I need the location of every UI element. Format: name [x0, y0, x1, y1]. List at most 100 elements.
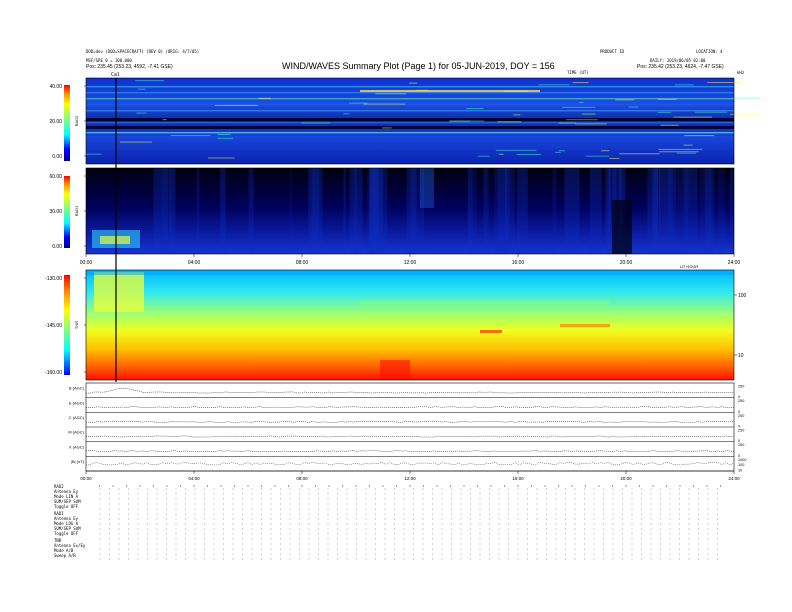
rad1-streak — [467, 168, 473, 254]
tnr-burst — [94, 272, 144, 312]
stack-row-label: E (AGC) — [69, 400, 85, 405]
xtick-label: 08:00 — [296, 260, 309, 266]
rad2-panel — [85, 77, 762, 165]
rad2-streak — [619, 153, 660, 155]
right-tick-label: 10 — [738, 353, 744, 359]
rad2-streak — [707, 82, 742, 84]
rad1-streak — [168, 168, 176, 254]
xtick-label: 04:00 — [188, 260, 201, 266]
rad1-streak — [373, 168, 388, 254]
rad2-streak — [258, 97, 271, 99]
rad2-streak — [119, 141, 152, 143]
panel-ylabel: RAD1 — [74, 205, 79, 216]
xtick-label: 12:00 — [404, 476, 416, 481]
ytick-label: 30.00 — [49, 209, 62, 215]
rad1-streak — [674, 168, 689, 254]
rad1-streak — [248, 168, 254, 254]
stack-right-tick: 100 — [738, 463, 744, 467]
rad2-streak — [170, 135, 211, 137]
rad2-streak — [86, 126, 734, 129]
rad1-streak — [196, 168, 200, 254]
rad2-streak — [86, 153, 102, 155]
rad1-streak — [729, 168, 734, 254]
stack-trace — [85, 461, 735, 466]
xtick-label: 00:00 — [80, 476, 92, 481]
rad2-streak — [585, 155, 610, 157]
rad2-streak — [301, 122, 331, 124]
stack-row-label: C (AGC) — [69, 415, 85, 420]
rad1-streak — [717, 168, 725, 254]
tnr-band — [480, 330, 502, 333]
ytick-label: -160.00 — [45, 370, 62, 376]
xunit-label: UT HOUR — [680, 264, 698, 269]
rad1-streak — [343, 168, 346, 254]
rad2-streak — [86, 86, 734, 88]
rad2-streak — [513, 114, 521, 116]
xtick-label: 24:00 — [728, 476, 740, 481]
right-tick-label: 100 — [738, 293, 747, 299]
rad2-streak — [466, 108, 484, 110]
rad2-streak — [217, 133, 231, 135]
rad1-streak — [493, 168, 508, 254]
rad2-streak — [495, 149, 537, 151]
rad1-streak — [589, 168, 602, 254]
rad2-streak — [135, 80, 164, 82]
rad1-colorbar — [64, 176, 70, 248]
stack-row-label: X (AGC) — [69, 444, 85, 449]
rad2-streak — [449, 120, 485, 122]
rad2-streak — [217, 137, 234, 139]
rad2-streak — [555, 151, 561, 153]
xtick-label: 16:00 — [512, 476, 524, 481]
stack-row-label: |B| (nT) — [71, 459, 85, 464]
panel-ylabel: RAD2 — [74, 115, 79, 126]
rad2-streak — [609, 157, 620, 159]
rad2-streak — [658, 148, 702, 150]
stack-right-tick: 250 — [738, 443, 744, 447]
rad2-streak — [562, 106, 596, 108]
rad2-streak — [363, 103, 406, 105]
rad1-burst — [100, 236, 130, 244]
stack-trace — [86, 387, 735, 394]
tnr-band — [360, 300, 610, 308]
ytick-label: 60.00 — [49, 174, 62, 180]
rad2-streak — [657, 98, 677, 100]
rad2-streak — [478, 155, 490, 157]
tnr-setting-row: Sweep A/B — [54, 553, 76, 558]
rad1-streak — [516, 168, 528, 254]
tnr-burst — [380, 360, 410, 380]
rad2-streak — [676, 152, 696, 154]
summary-plot: 40.00 20.00 0.00 RAD2 60.00 30.00 0.00 RAD1 -130… — [45, 77, 762, 487]
bottom-table: RAD2 Antenna Ey Mode LIN A SUM/SEP SUM Togg… — [54, 484, 85, 558]
rad2-streak — [86, 118, 734, 121]
xtick-label: 04:00 — [188, 476, 200, 481]
rad2-streak — [498, 153, 504, 155]
rad2-streak — [673, 116, 712, 118]
xtick-label: 20:00 — [620, 260, 633, 266]
stack-trace — [85, 406, 735, 409]
rad2-streak — [730, 113, 762, 115]
ytick-label: 0.00 — [52, 154, 62, 160]
stack-row-label: B (AGC) — [69, 386, 85, 391]
stack-trace — [86, 421, 735, 423]
ytick-label: 20.00 — [49, 119, 62, 125]
rad2-streak — [628, 106, 639, 108]
stack-trace — [85, 450, 735, 453]
xtick-label: 16:00 — [512, 260, 525, 266]
rad2-streak — [162, 119, 167, 121]
rad2-streak — [659, 151, 699, 153]
rad1-streak — [349, 168, 363, 254]
rad1-streak — [367, 168, 375, 254]
rad1-streak — [552, 168, 557, 254]
rad2-streak — [207, 157, 235, 159]
stack-right-tick: 250 — [738, 429, 744, 433]
rad1-streak — [289, 168, 292, 254]
rad2-streak — [86, 132, 734, 134]
rad2-streak — [566, 119, 598, 121]
xtick-label: 00:00 — [80, 260, 93, 266]
rad1-burst — [420, 168, 434, 208]
rad2-streak — [86, 122, 734, 124]
rad2-streak — [660, 124, 679, 126]
rad2-streak — [214, 104, 259, 106]
rad1-streak — [220, 168, 226, 254]
rad2-setting-row: Toggle OFF — [54, 504, 79, 509]
